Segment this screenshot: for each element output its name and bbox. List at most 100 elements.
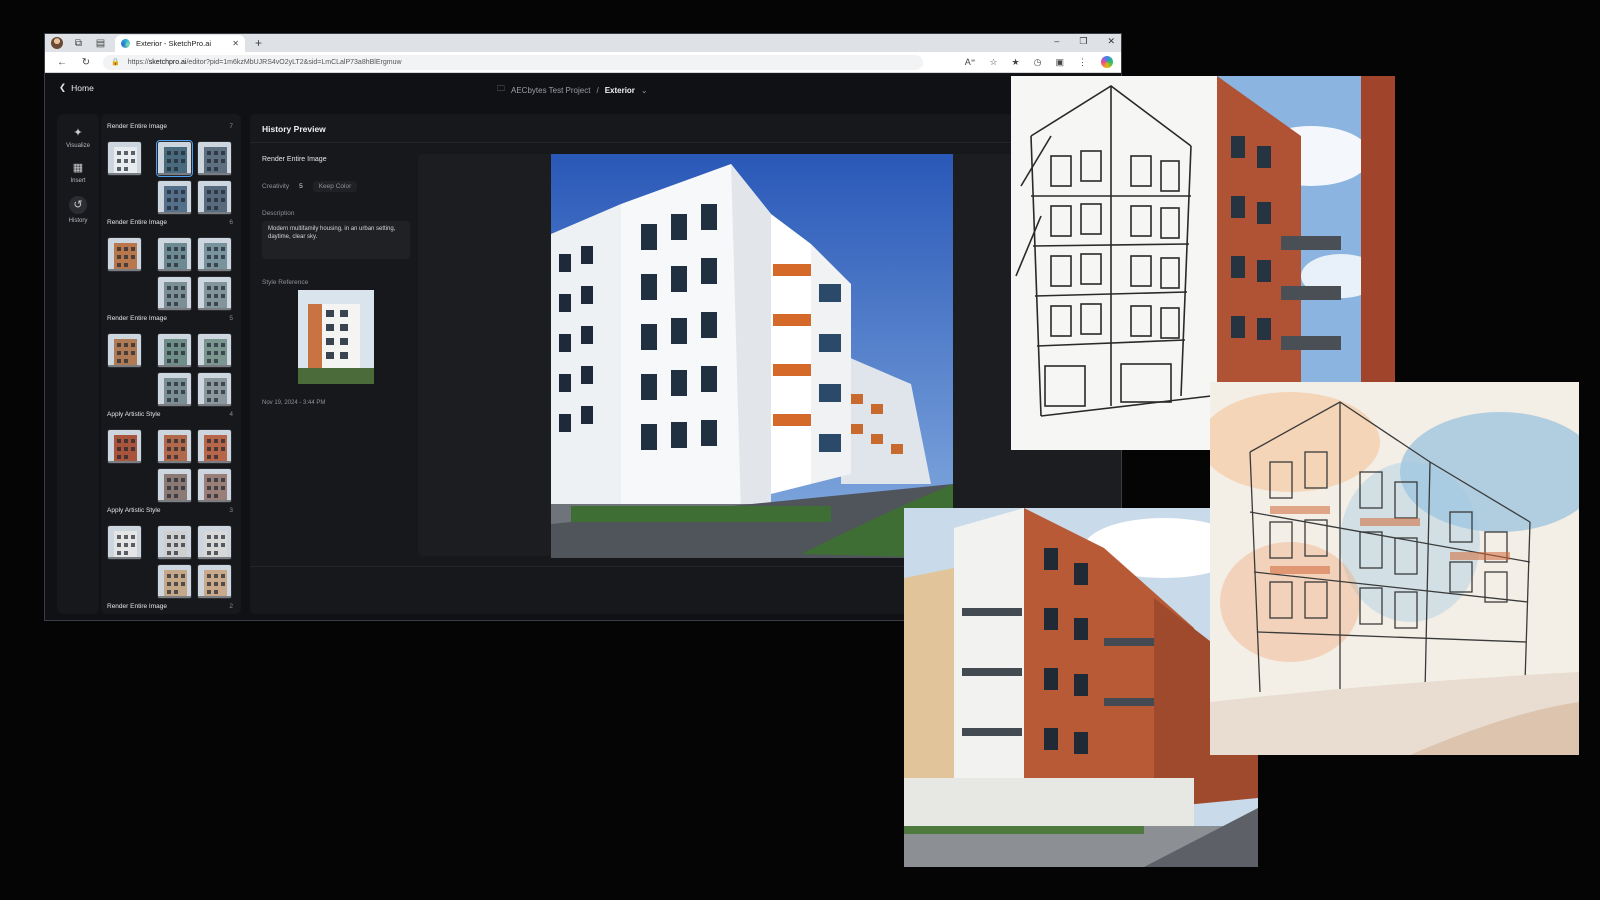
lock-icon[interactable]: 🔒 xyxy=(111,58,120,66)
history-group-title: Render Entire Image xyxy=(107,603,167,610)
history-source-thumbnail[interactable] xyxy=(107,525,142,560)
new-tab-icon[interactable]: + xyxy=(255,36,262,50)
history-source-thumbnail[interactable] xyxy=(107,141,142,176)
history-group-title: Render Entire Image xyxy=(107,219,167,226)
workspaces-icon[interactable]: ⧉ xyxy=(72,37,85,50)
rail-history[interactable]: ↺ History xyxy=(57,196,99,224)
history-group: Render Entire Image 6 xyxy=(101,210,241,311)
restore-icon[interactable]: ❐ xyxy=(1079,36,1087,47)
sketchpro-favicon-icon xyxy=(121,39,130,48)
rail-insert[interactable]: ▦ Insert xyxy=(57,161,99,184)
history-result-thumbnail[interactable] xyxy=(197,237,232,272)
history-group: Render Entire Image 2 xyxy=(101,594,241,614)
share-icon[interactable]: ▣ xyxy=(1055,57,1064,68)
history-group-header: Render Entire Image 6 xyxy=(107,219,241,226)
panel-title: History Preview xyxy=(262,124,326,134)
toolbar-icons: A⁼ ☆ ★ ◷ ▣ ⋮ xyxy=(965,56,1113,68)
preview-metadata: Render Entire Image Creativity 5 Keep Co… xyxy=(262,156,412,406)
minimize-icon[interactable]: – xyxy=(1054,36,1059,47)
history-group-number: 3 xyxy=(229,507,233,514)
watercolor-render-image xyxy=(1210,382,1579,755)
tool-rail: ✦ Visualize ▦ Insert ↺ History xyxy=(57,114,99,614)
history-result-thumbnail[interactable] xyxy=(157,237,192,272)
style-reference-image[interactable] xyxy=(298,290,374,384)
history-group-header: Render Entire Image 2 xyxy=(107,603,241,610)
read-aloud-icon[interactable]: A⁼ xyxy=(965,57,976,68)
address-bar: ← ↻ 🔒 https:// sketchpro.ai /editor?pid=… xyxy=(45,52,1121,73)
timestamp: Nov 19, 2024 - 3:44 PM xyxy=(262,400,326,406)
history-source-thumbnail[interactable] xyxy=(107,429,142,464)
history-result-thumbnail[interactable] xyxy=(157,333,192,368)
creativity-label: Creativity xyxy=(262,183,290,190)
history-group-header: Apply Artistic Style 3 xyxy=(107,507,241,514)
history-result-thumbnail[interactable] xyxy=(197,429,232,464)
history-result-thumbnail[interactable] xyxy=(197,333,232,368)
history-result-thumbnail[interactable] xyxy=(157,525,192,560)
history-list: Render Entire Image 7 Render Entire Image 6… xyxy=(101,114,241,614)
extensions-icon[interactable]: ★ xyxy=(1012,57,1020,68)
settings-row: Creativity 5 Keep Color xyxy=(262,181,412,192)
tab-actions-icon[interactable]: ▤ xyxy=(94,37,107,50)
tab-title: Exterior - SketchPro.ai xyxy=(136,39,212,48)
close-window-icon[interactable]: ✕ xyxy=(1107,36,1115,47)
browser-essentials-icon[interactable]: ⋮ xyxy=(1078,57,1087,68)
rail-label: Visualize xyxy=(66,143,90,149)
description-label: Description xyxy=(262,210,295,217)
history-group-title: Apply Artistic Style xyxy=(107,507,161,514)
url-host: sketchpro.ai xyxy=(148,58,187,66)
folder-icon: 🗀 xyxy=(497,84,505,93)
browser-tab[interactable]: Exterior - SketchPro.ai ✕ xyxy=(115,35,245,52)
reload-icon[interactable]: ↻ xyxy=(79,57,93,68)
rail-label: History xyxy=(68,218,88,224)
creativity-value: 5 xyxy=(299,183,303,190)
brick-render-image xyxy=(904,508,1258,867)
operation-name: Render Entire Image xyxy=(262,156,327,163)
url-prefix: https:// xyxy=(127,58,149,66)
close-icon[interactable]: ✕ xyxy=(232,39,239,48)
breadcrumb-project[interactable]: AECbytes Test Project xyxy=(511,86,590,95)
history-group-number: 7 xyxy=(229,123,233,130)
history-icon[interactable]: ◷ xyxy=(1034,57,1042,68)
home-link[interactable]: ❮ Home xyxy=(59,82,94,93)
window-controls: – ❐ ✕ xyxy=(1054,36,1115,47)
history-group: Render Entire Image 5 xyxy=(101,306,241,407)
style-reference-label: Style Reference xyxy=(262,279,309,286)
profile-avatar-icon[interactable] xyxy=(51,37,63,49)
rendered-image[interactable] xyxy=(551,154,953,558)
back-icon[interactable]: ← xyxy=(55,57,69,68)
history-group-number: 4 xyxy=(229,411,233,418)
divider xyxy=(250,142,1100,143)
history-group-title: Render Entire Image xyxy=(107,123,167,130)
history-result-thumbnail[interactable] xyxy=(197,525,232,560)
chevron-left-icon: ❮ xyxy=(59,82,67,92)
breadcrumb-current[interactable]: Exterior xyxy=(605,86,635,95)
copilot-icon[interactable] xyxy=(1101,56,1113,68)
url-input[interactable]: 🔒 https:// sketchpro.ai /editor?pid=1m6k… xyxy=(103,54,923,70)
history-group-header: Render Entire Image 7 xyxy=(107,123,241,130)
history-group-number: 6 xyxy=(229,219,233,226)
url-path: /editor?pid=1m6kzMbUJRS4vO2yLT2&sid=LmCL… xyxy=(186,58,402,66)
sparkles-icon: ✦ xyxy=(73,127,83,139)
history-group-header: Render Entire Image 5 xyxy=(107,315,241,322)
description-text: Modern multifamily housing, in an urban … xyxy=(262,221,410,259)
history-source-thumbnail[interactable] xyxy=(107,333,142,368)
history-group-title: Render Entire Image xyxy=(107,315,167,322)
history-group: Render Entire Image 7 xyxy=(101,114,241,215)
favorite-icon[interactable]: ☆ xyxy=(989,57,997,68)
breadcrumb: 🗀 AECbytes Test Project / Exterior ⌄ xyxy=(497,83,648,97)
history-icon: ↺ xyxy=(69,196,87,214)
home-label: Home xyxy=(71,82,94,93)
history-result-thumbnail[interactable] xyxy=(156,140,193,177)
history-result-thumbnail[interactable] xyxy=(157,429,192,464)
rail-visualize[interactable]: ✦ Visualize xyxy=(57,126,99,149)
chevron-down-icon[interactable]: ⌄ xyxy=(641,86,648,95)
keep-color-chip: Keep Color xyxy=(312,181,358,192)
history-group-title: Apply Artistic Style xyxy=(107,411,161,418)
insert-image-icon: ▦ xyxy=(72,162,84,174)
history-group: Apply Artistic Style 4 xyxy=(101,402,241,503)
history-result-thumbnail[interactable] xyxy=(197,141,232,176)
history-group: Apply Artistic Style 3 xyxy=(101,498,241,599)
breadcrumb-separator: / xyxy=(596,85,599,95)
rail-label: Insert xyxy=(70,178,86,184)
history-source-thumbnail[interactable] xyxy=(107,237,142,272)
